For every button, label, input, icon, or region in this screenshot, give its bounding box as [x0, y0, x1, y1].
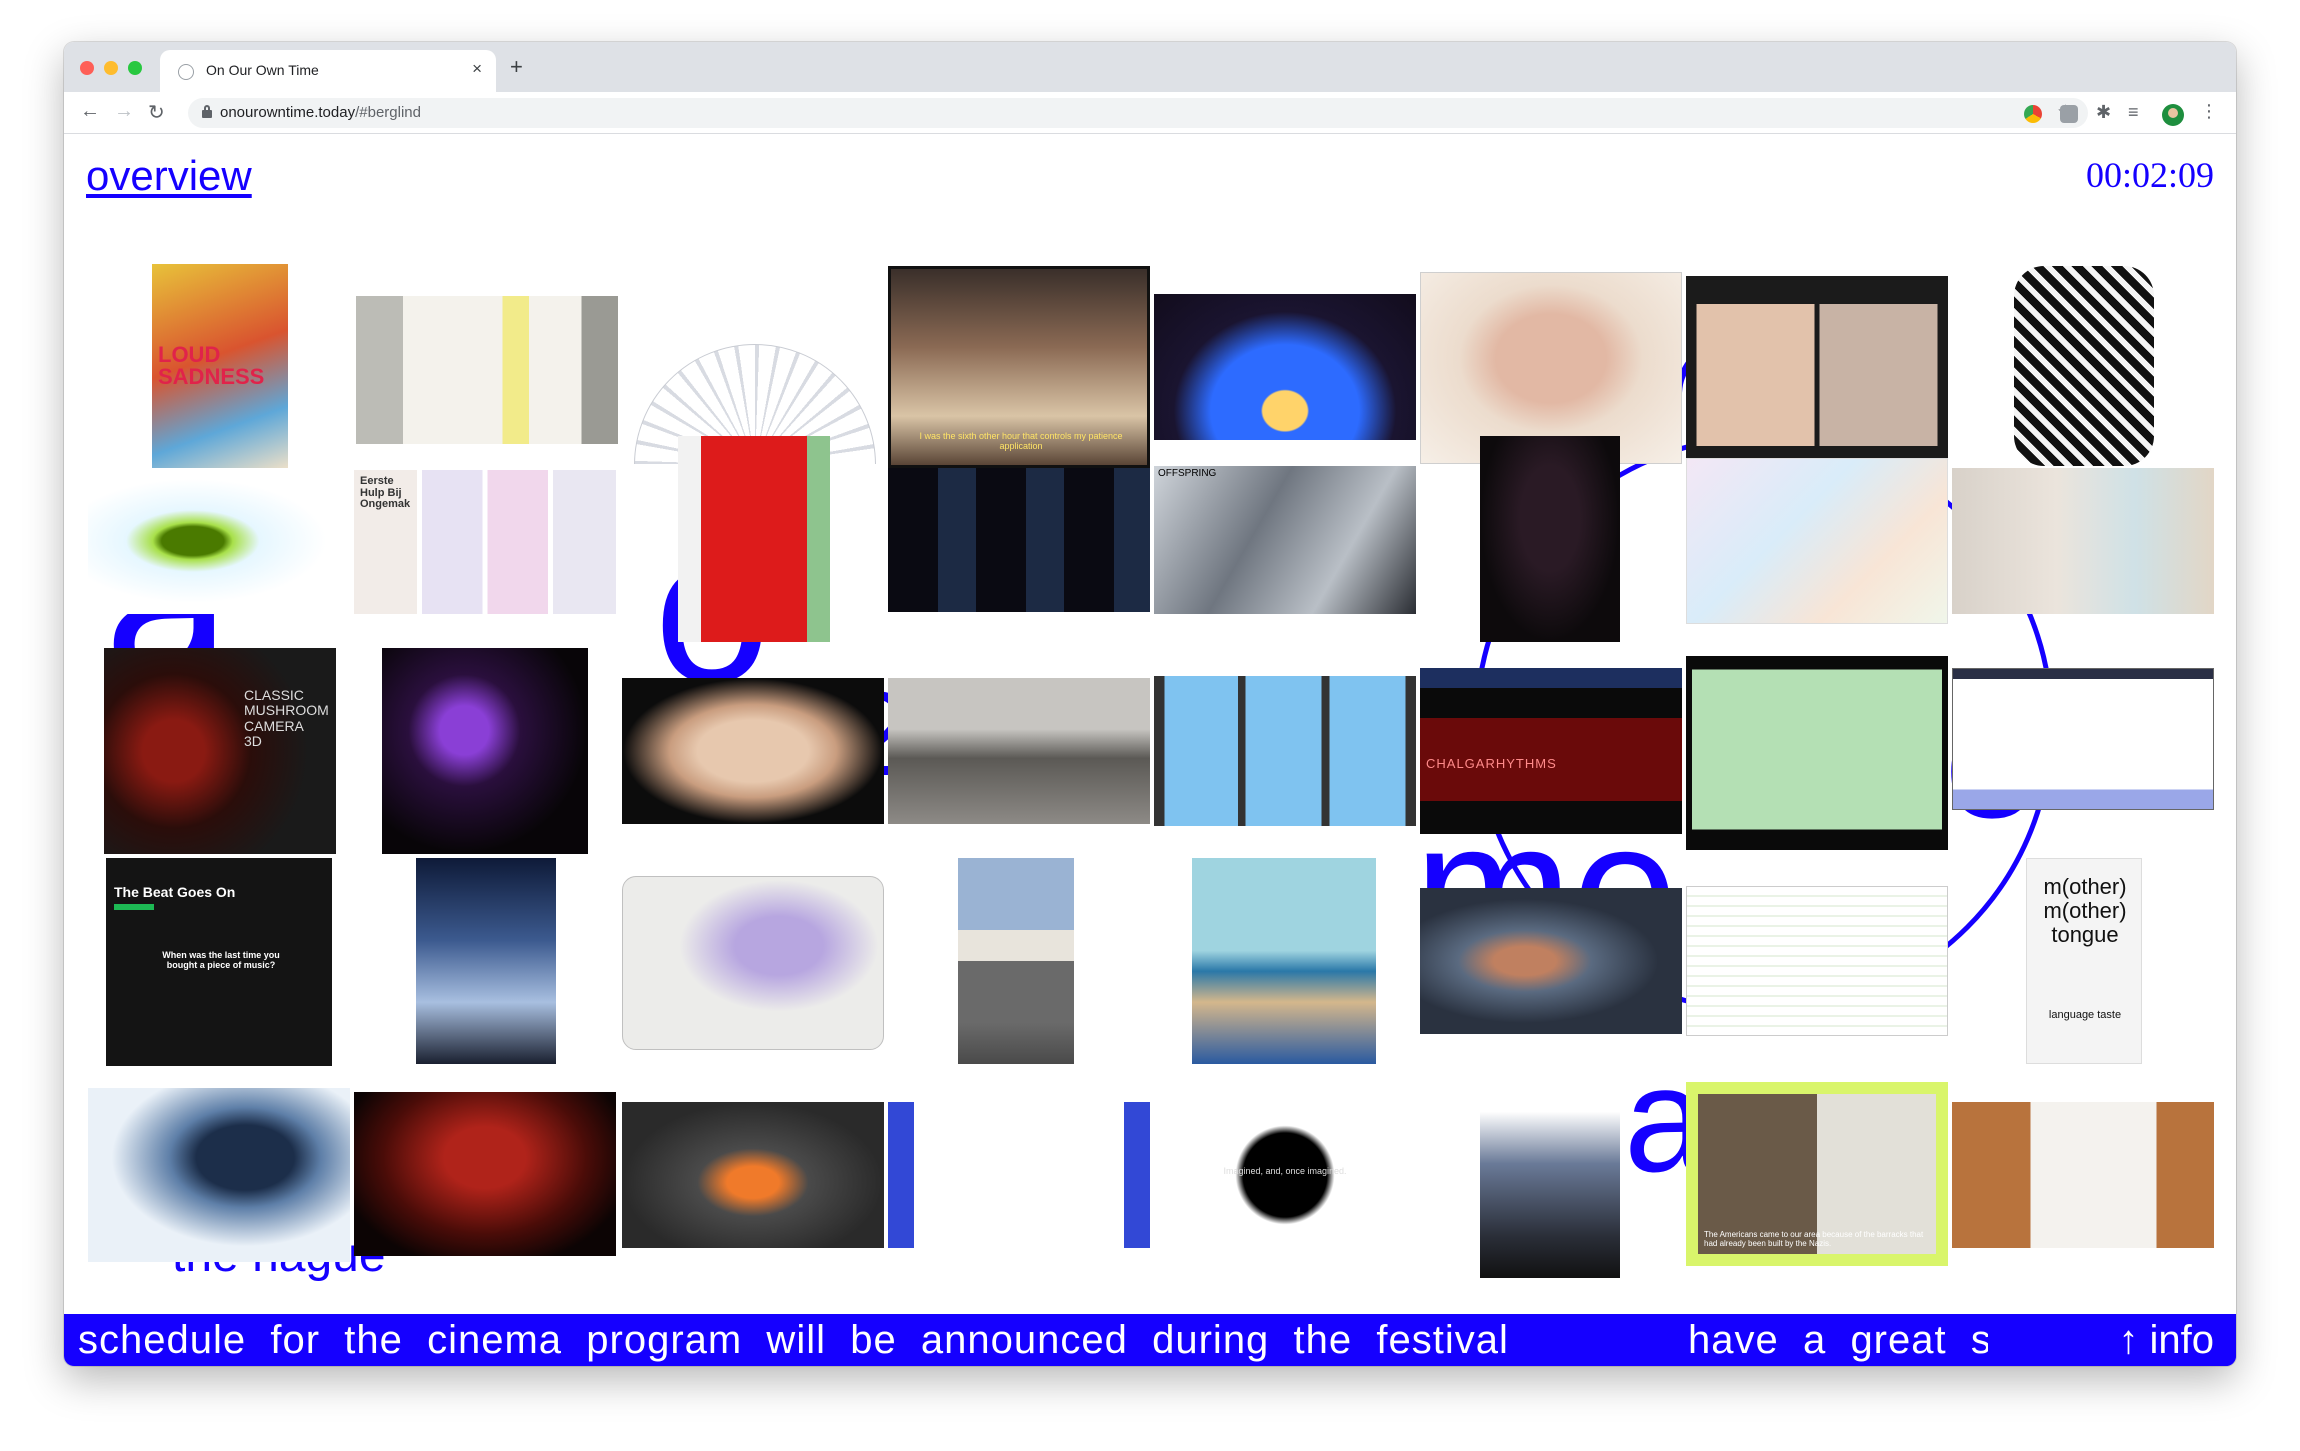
profile-avatar[interactable] [2162, 104, 2184, 126]
browser-window: On Our Own Time × + ← → ↻ onourowntime.t… [64, 42, 2236, 1366]
ticker-text: schedule for the cinema program will be … [78, 1318, 1509, 1362]
thumb-video-grid[interactable] [888, 468, 1150, 612]
minimize-window-button[interactable] [104, 61, 118, 75]
thumb-cartoon-panels[interactable] [1154, 676, 1416, 826]
thumb-sub: language taste [2048, 1009, 2122, 1021]
thumb-paper-bag-person[interactable] [958, 858, 1074, 1064]
thumb-green-terminal[interactable] [1686, 656, 1948, 850]
tab-active[interactable]: On Our Own Time × [160, 50, 496, 92]
address-bar[interactable]: onourowntime.today/#berglind ☆ [188, 98, 2088, 128]
chrome-extension-icon[interactable] [2024, 105, 2042, 123]
page-content: a o time st 2020 the hague me e amo over… [64, 134, 2236, 1366]
thumb-silver-sculpture[interactable] [1480, 1070, 1620, 1278]
thumb-film-still-room[interactable]: I was the sixth other hour that controls… [888, 266, 1150, 468]
thumb-caption: LOUD SADNESS [158, 342, 265, 389]
reload-button[interactable]: ↻ [148, 100, 165, 125]
favicon-icon [178, 64, 194, 80]
new-tab-button[interactable]: + [510, 54, 523, 80]
tab-title: On Our Own Time [206, 62, 319, 78]
thumb-blue-keys-hand[interactable] [88, 1088, 350, 1262]
thumb-desktop-screenshot[interactable] [1952, 668, 2214, 810]
thumb-poster-loud[interactable]: LOUD SADNESS [152, 264, 288, 470]
thumb-caption: Eerste Hulp Bij Ongemak [360, 475, 411, 511]
thumb-fireworks-camera[interactable]: CLASSIC MUSHROOM CAMERA 3D [104, 648, 336, 854]
green-bar [114, 904, 154, 910]
close-window-button[interactable] [80, 61, 94, 75]
thumb-orange-suit[interactable] [622, 1102, 884, 1248]
lock-icon [202, 105, 212, 118]
thumb-black-sculpture[interactable] [2014, 266, 2154, 466]
thumb-hand-notebook[interactable] [1952, 1102, 2214, 1248]
thumb-question: When was the last time you bought a piec… [162, 950, 280, 970]
thumb-map-pastel[interactable] [1686, 458, 1948, 624]
thumb-studio-table[interactable] [888, 678, 1150, 824]
thumb-ear-lexicon[interactable]: Flapoten Lexicon [1686, 276, 1948, 460]
browser-menu-icon[interactable]: ⋮ [2200, 101, 2218, 122]
thumb-spreadsheet-page[interactable] [1686, 886, 1948, 1036]
thumb-bacteria-render[interactable] [88, 468, 350, 614]
forward-button[interactable]: → [114, 100, 134, 123]
thumb-soldier-book[interactable]: The Americans came to our area because o… [1686, 1082, 1948, 1266]
thumb-posters-ongemak[interactable]: Eerste Hulp Bij Ongemak [354, 470, 616, 614]
info-button[interactable]: ↑ info [2106, 1314, 2236, 1366]
extension-k-icon[interactable] [2060, 105, 2078, 123]
url-text[interactable]: onourowntime.today/#berglind [220, 104, 421, 121]
thumb-blue-web-page[interactable] [888, 1102, 1150, 1248]
thumb-green-grid-render[interactable] [1480, 436, 1620, 642]
overview-link[interactable]: overview [86, 152, 252, 200]
thumb-person-installation[interactable] [1952, 468, 2214, 614]
thumb-black-blob[interactable]: Imagined, and, once imagined. [1154, 1102, 1416, 1248]
thumb-purple-dots-plate[interactable] [622, 876, 884, 1050]
thumb-caption: I was the sixth other hour that controls… [919, 431, 1123, 451]
thumb-offspring-collage[interactable]: OFFSPRING [1154, 466, 1416, 614]
thumb-caption: CHALGARHYTHMS [1426, 756, 1557, 771]
tab-strip: On Our Own Time × + [64, 42, 2236, 92]
thumb-aerial-island[interactable] [1192, 858, 1376, 1064]
thumb-caption: Imagined, and, once imagined. [1223, 1166, 1347, 1176]
back-button[interactable]: ← [80, 100, 100, 123]
ticker-bar: schedule for the cinema program will be … [64, 1314, 2236, 1366]
thumb-caption: CLASSIC MUSHROOM CAMERA 3D [244, 687, 329, 750]
thumb-mother-tongue[interactable]: m(other) m(other) tongue language taste [2026, 858, 2142, 1064]
extensions-puzzle-icon[interactable]: ✱ [2096, 102, 2114, 122]
thumb-caption: The Americans came to our area because o… [1704, 1230, 1924, 1248]
thumb-book-spread[interactable] [356, 296, 618, 444]
thumb-red-textile[interactable] [678, 436, 830, 642]
tab-close-icon[interactable]: × [472, 59, 482, 79]
thumb-back-arms[interactable] [622, 678, 884, 824]
url-path: /#berglind [355, 104, 421, 121]
thumb-neon-arch[interactable] [1154, 294, 1416, 440]
maximize-window-button[interactable] [128, 61, 142, 75]
thumb-tentacle-render[interactable] [1420, 888, 1682, 1034]
thumb-glass-sculpture[interactable] [416, 858, 556, 1064]
thumb-beat-goes-on[interactable]: The Beat Goes On When was the last time … [106, 858, 332, 1066]
thumb-caption: The Beat Goes On [114, 884, 236, 900]
thumb-purple-3d[interactable] [382, 648, 588, 854]
thumb-caption: m(other) m(other) tongue [2043, 874, 2127, 948]
thumb-caption: OFFSPRING [1158, 468, 1217, 479]
thumb-caption: Flapoten Lexicon [1696, 282, 1788, 296]
timer: 00:02:09 [2085, 155, 2214, 195]
reading-list-icon[interactable]: ≡ [2128, 102, 2146, 122]
browser-toolbar: ← → ↻ onourowntime.today/#berglind ☆ ✱ ≡… [64, 92, 2236, 134]
thumb-chalgarhythms[interactable]: CHALGARHYTHMS [1420, 668, 1682, 834]
ticker-text-2: have a great summer [1688, 1318, 1988, 1362]
url-domain: onourowntime.today [220, 104, 356, 121]
thumb-red-smoke[interactable] [354, 1092, 616, 1256]
